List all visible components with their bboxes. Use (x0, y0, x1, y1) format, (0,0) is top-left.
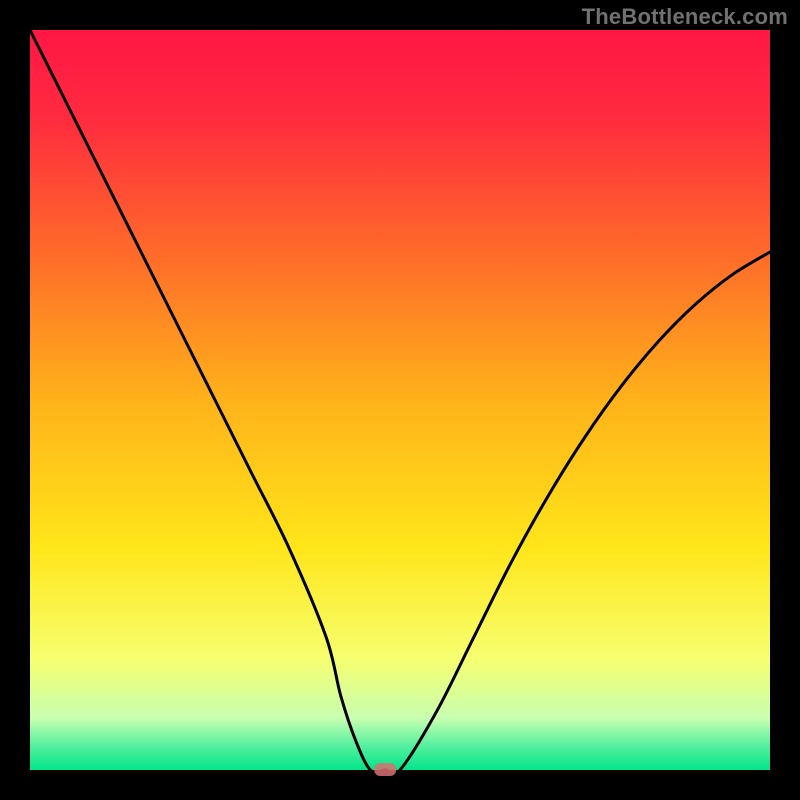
watermark-text: TheBottleneck.com (582, 4, 788, 30)
optimal-marker (374, 763, 396, 776)
bottleneck-chart (0, 0, 800, 800)
chart-frame: TheBottleneck.com (0, 0, 800, 800)
plot-background (30, 30, 770, 770)
